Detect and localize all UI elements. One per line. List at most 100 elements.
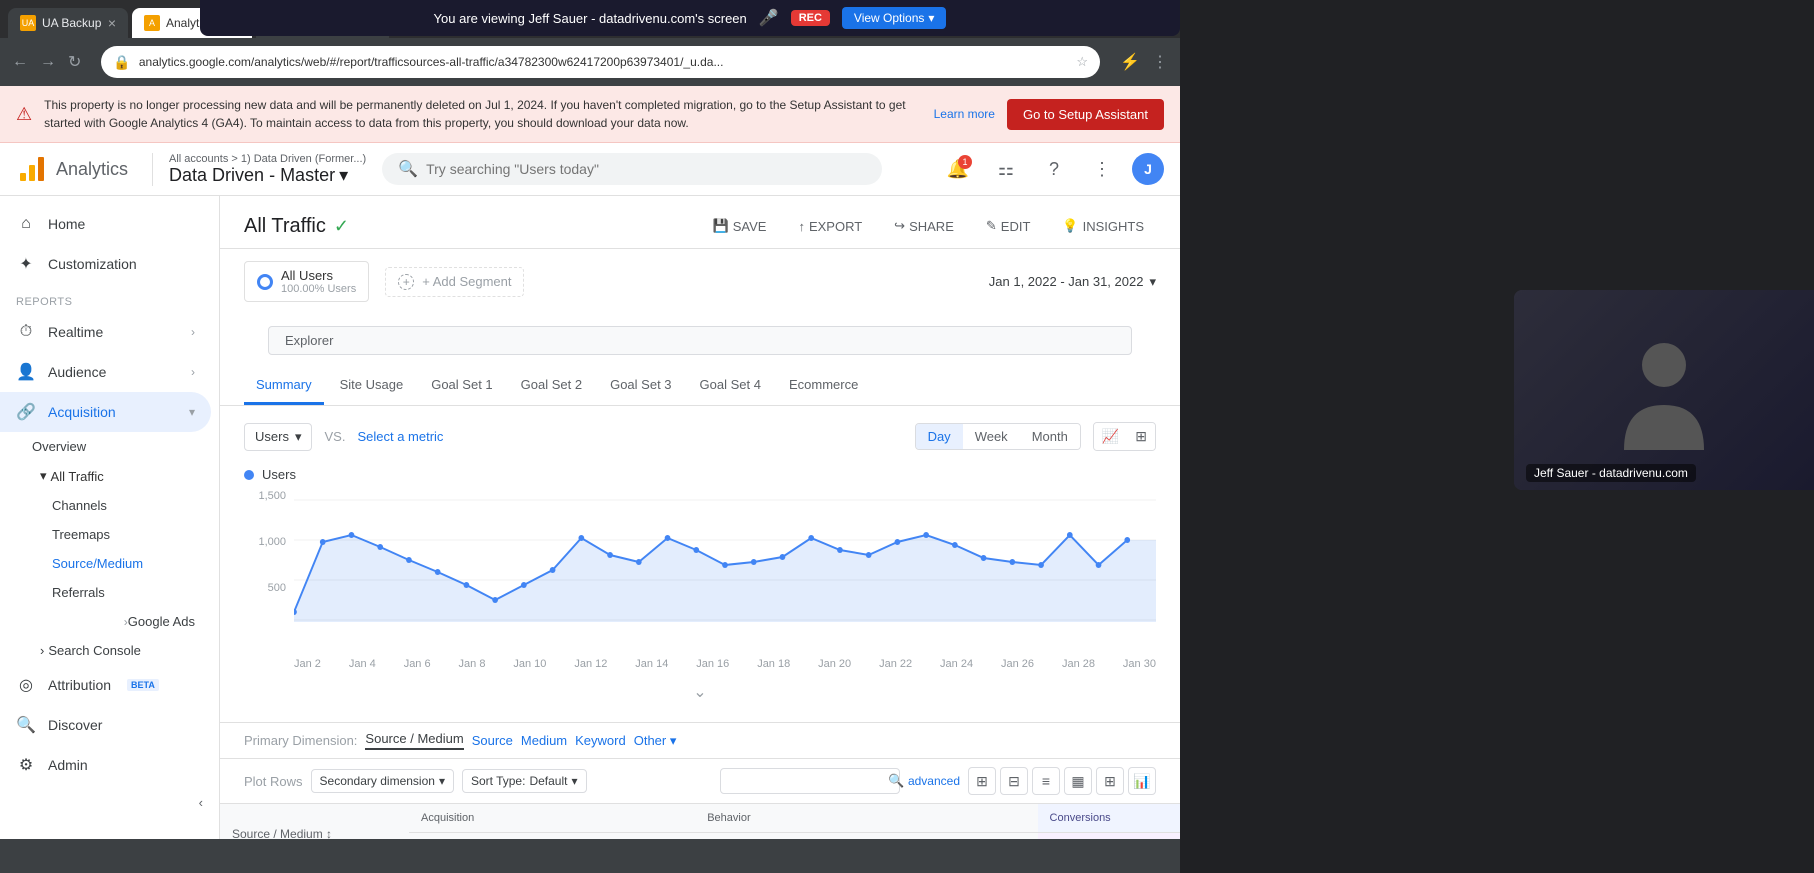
dim-medium[interactable]: Medium <box>521 733 567 748</box>
table-search-box[interactable]: 🔍 <box>720 768 900 794</box>
table-search-icon[interactable]: 🔍 <box>888 773 904 789</box>
table-compare-button[interactable]: ⊟ <box>1000 767 1028 795</box>
sidebar-item-google-ads[interactable]: › Google Ads <box>52 607 211 636</box>
sidebar-item-customization[interactable]: ✦ Customization <box>0 244 211 284</box>
table-list-button[interactable]: ≡ <box>1032 767 1060 795</box>
star-icon[interactable]: ☆ <box>1076 54 1088 70</box>
metric-select-dropdown[interactable]: Users ▾ <box>244 423 312 451</box>
line-chart-button[interactable]: 📈 <box>1094 423 1127 450</box>
sort-type-select[interactable]: Sort Type: Default ▾ <box>462 769 587 793</box>
sidebar-item-admin[interactable]: ⚙ Admin <box>0 745 211 785</box>
google-ads-label: Google Ads <box>128 614 195 629</box>
month-button[interactable]: Month <box>1020 424 1080 449</box>
more-options-button[interactable]: ⋮ <box>1084 151 1120 187</box>
table-bar-button[interactable]: ▦ <box>1064 767 1092 795</box>
col-avg-duration[interactable]: Avg Session Duration <box>896 833 1038 840</box>
save-icon: 💾 <box>713 218 729 234</box>
sidebar-item-overview[interactable]: Overview <box>32 432 211 461</box>
customization-icon: ✦ <box>16 254 36 274</box>
all-users-segment[interactable]: All Users 100.00% Users <box>244 261 369 302</box>
setup-assistant-button[interactable]: Go to Setup Assistant <box>1007 99 1164 130</box>
sidebar-collapse-button[interactable]: ‹ <box>0 785 219 820</box>
add-segment-button[interactable]: + + Add Segment <box>385 267 524 297</box>
forward-button[interactable]: → <box>36 51 60 73</box>
col-goal1[interactable]: Goal 1: 13) [14954] Thank you Contact pa… <box>1038 833 1180 840</box>
avatar[interactable]: J <box>1132 153 1164 185</box>
sidebar-item-search-console[interactable]: › Search Console <box>32 636 211 665</box>
date-range-selector[interactable]: Jan 1, 2022 - Jan 31, 2022 ▾ <box>989 274 1156 290</box>
back-button[interactable]: ← <box>8 51 32 73</box>
save-button[interactable]: 💾 SAVE <box>701 212 779 240</box>
share-button[interactable]: ↪ SHARE <box>882 212 966 240</box>
dim-source[interactable]: Source <box>472 733 513 748</box>
content-actions: 💾 SAVE ↑ EXPORT ↪ SHARE ✎ EDIT <box>701 212 1156 240</box>
tab-goal-set-1[interactable]: Goal Set 1 <box>419 367 504 405</box>
tab-site-usage[interactable]: Site Usage <box>328 367 416 405</box>
menu-icon[interactable]: ⋮ <box>1148 50 1172 74</box>
table-pivot-button[interactable]: ⊞ <box>1096 767 1124 795</box>
table-search-input[interactable] <box>729 774 884 788</box>
refresh-button[interactable]: ↻ <box>64 50 85 74</box>
tab-goal-set-2[interactable]: Goal Set 2 <box>509 367 594 405</box>
col-pages-session[interactable]: Pages/Session <box>790 833 896 840</box>
channels-label: Channels <box>52 498 107 513</box>
secondary-dimension-select[interactable]: Secondary dimension ▾ <box>311 769 454 793</box>
sidebar-item-home[interactable]: ⌂ Home <box>0 204 211 244</box>
sidebar-item-channels[interactable]: Channels <box>52 491 211 520</box>
tab-summary[interactable]: Summary <box>244 367 324 405</box>
notifications-button[interactable]: 🔔 1 <box>940 151 976 187</box>
explorer-tab[interactable]: Explorer <box>268 326 1132 355</box>
dim-source-medium[interactable]: Source / Medium <box>365 731 463 750</box>
view-options-button[interactable]: View Options ▾ <box>842 7 947 29</box>
sidebar-item-treemaps[interactable]: Treemaps <box>52 520 211 549</box>
table-chart-button[interactable]: 📊 <box>1128 767 1156 795</box>
edit-button[interactable]: ✎ EDIT <box>974 212 1043 240</box>
apps-button[interactable]: ⚏ <box>988 151 1024 187</box>
sidebar-item-label-home: Home <box>48 216 85 232</box>
tab-goal-set-4[interactable]: Goal Set 4 <box>688 367 773 405</box>
pie-chart-button[interactable]: ⊞ <box>1127 423 1155 450</box>
ga-header: Analytics All accounts > 1) Data Driven … <box>0 143 1180 196</box>
sidebar-item-referrals[interactable]: Referrals <box>52 578 211 607</box>
table-grid-button[interactable]: ⊞ <box>968 767 996 795</box>
sidebar-item-acquisition[interactable]: 🔗 Acquisition ▾ <box>0 392 211 432</box>
header-actions: 🔔 1 ⚏ ? ⋮ J <box>940 151 1164 187</box>
collapse-icon: ‹ <box>199 795 203 810</box>
expand-icon: › <box>191 325 195 339</box>
sidebar-item-attribution[interactable]: ◎ Attribution BETA <box>0 665 211 705</box>
export-button[interactable]: ↑ EXPORT <box>786 213 874 240</box>
search-bar[interactable]: 🔍 <box>382 153 882 185</box>
tab-ecommerce[interactable]: Ecommerce <box>777 367 870 405</box>
vs-label: VS. <box>324 429 345 444</box>
plot-rows-button[interactable]: Plot Rows <box>244 774 303 789</box>
tab-close-1[interactable]: × <box>108 15 116 31</box>
tab-ua-backup[interactable]: UA UA Backup × <box>8 8 128 38</box>
referrals-label: Referrals <box>52 585 105 600</box>
dim-other[interactable]: Other ▾ <box>634 733 677 749</box>
sidebar-item-audience[interactable]: 👤 Audience › <box>0 352 211 392</box>
col-new-users[interactable]: New Users <box>611 833 695 840</box>
dim-keyword[interactable]: Keyword <box>575 733 626 748</box>
sidebar-item-discover[interactable]: 🔍 Discover <box>0 705 211 745</box>
day-button[interactable]: Day <box>916 424 963 449</box>
insights-button[interactable]: 💡 INSIGHTS <box>1050 212 1156 240</box>
property-selector[interactable]: Data Driven - Master ▾ <box>169 165 366 186</box>
week-button[interactable]: Week <box>963 424 1020 449</box>
insights-icon: 💡 <box>1062 218 1078 234</box>
sidebar-item-realtime[interactable]: ⏱ Realtime › <box>0 312 211 352</box>
select-metric-link[interactable]: Select a metric <box>357 429 443 444</box>
col-bounce-rate[interactable]: Bounce Rate <box>695 833 790 840</box>
url-bar[interactable]: analytics.google.com/analytics/web/#/rep… <box>139 55 1069 69</box>
col-source-medium[interactable]: Source / Medium ↕ <box>220 804 409 840</box>
search-input[interactable] <box>426 161 866 177</box>
sidebar-item-all-traffic[interactable]: ▾ All Traffic <box>32 461 211 491</box>
sidebar-item-label-discover: Discover <box>48 717 102 733</box>
col-new-sessions[interactable]: % New Sessions <box>495 833 611 840</box>
advanced-link[interactable]: advanced <box>908 774 960 788</box>
tab-goal-set-3[interactable]: Goal Set 3 <box>598 367 683 405</box>
help-button[interactable]: ? <box>1036 151 1072 187</box>
sidebar-item-source-medium[interactable]: Source/Medium <box>52 549 211 578</box>
learn-more-link[interactable]: Learn more <box>934 107 995 121</box>
extensions-icon[interactable]: ⚡ <box>1116 50 1144 74</box>
col-sessions[interactable]: Sessions <box>409 833 495 840</box>
